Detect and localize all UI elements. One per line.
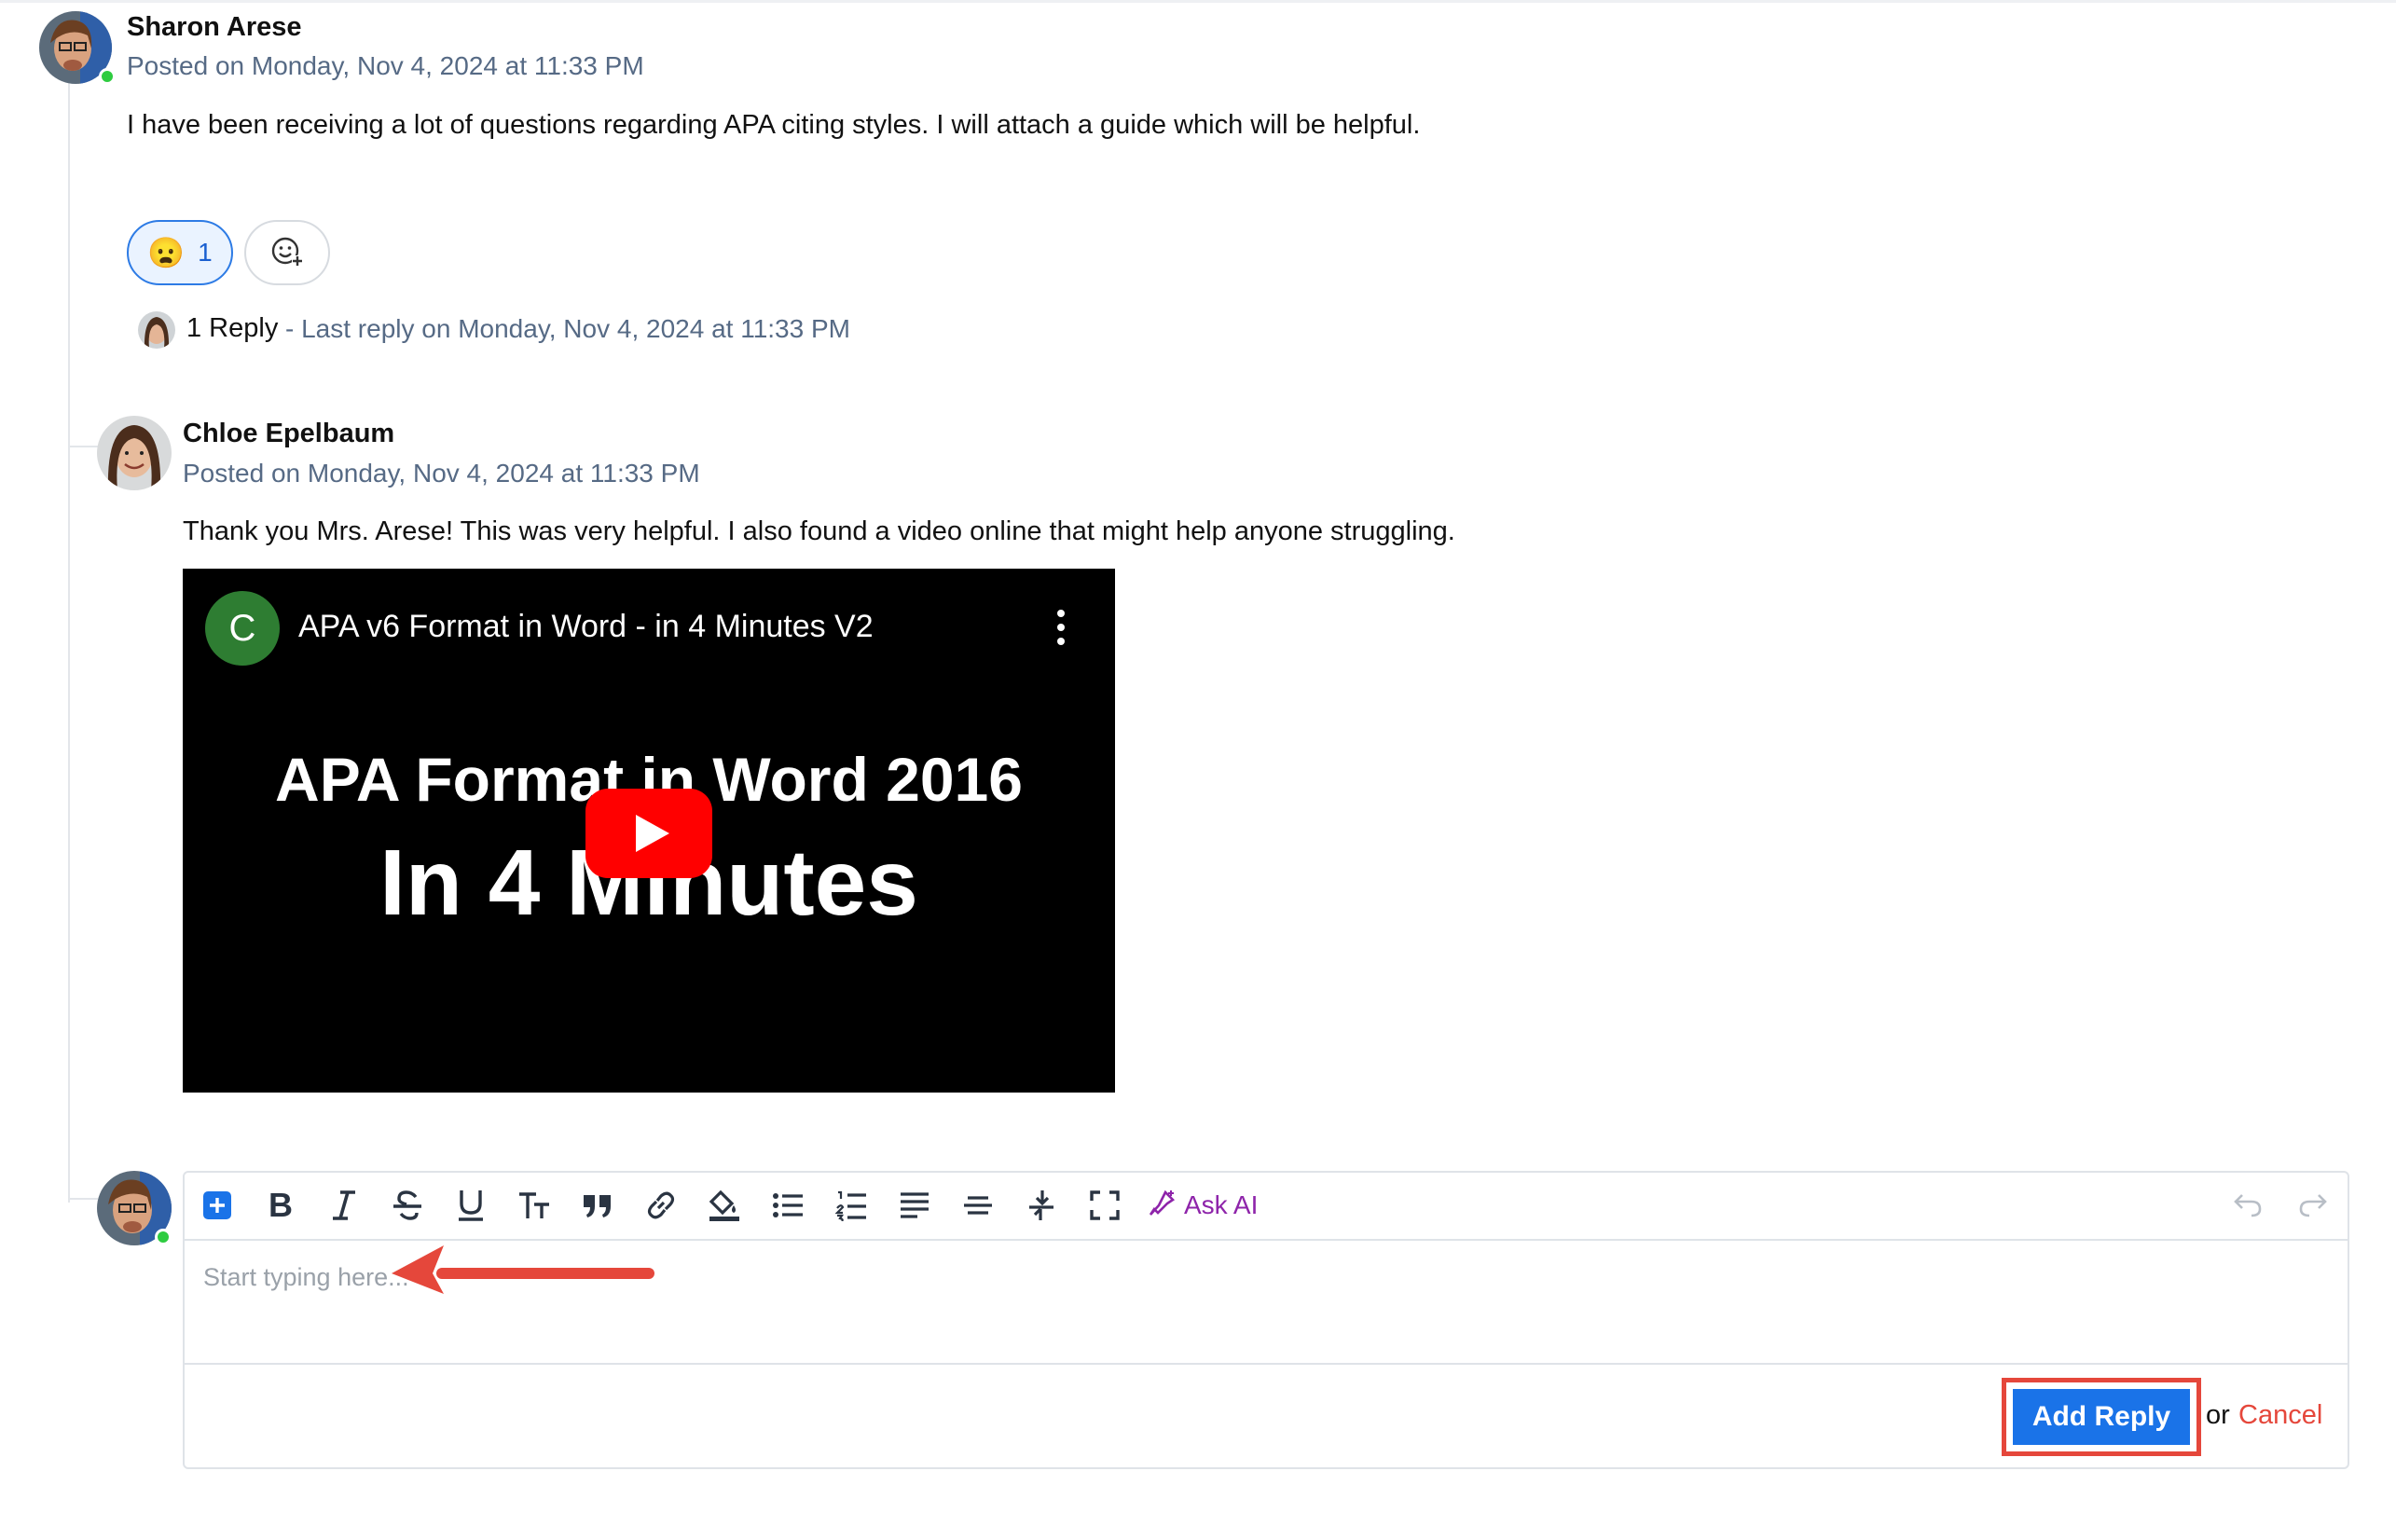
plus-icon[interactable]	[196, 1184, 239, 1227]
reply-timestamp: Posted on Monday, Nov 4, 2024 at 11:33 P…	[183, 459, 700, 488]
embedded-video[interactable]: C APA v6 Format in Word - in 4 Minutes V…	[183, 569, 1115, 1093]
ask-ai-button[interactable]: Ask AI	[1147, 1189, 1258, 1223]
ask-ai-label: Ask AI	[1184, 1190, 1259, 1219]
horizontal-rule-icon[interactable]	[957, 1184, 999, 1227]
annotation-arrow	[384, 1236, 664, 1296]
online-status-dot	[99, 68, 116, 85]
sparkle-icon	[1147, 1189, 1177, 1223]
cancel-link[interactable]: Cancel	[2238, 1400, 2322, 1431]
link-icon[interactable]	[640, 1184, 682, 1227]
thread-branch	[70, 446, 98, 447]
redo-icon[interactable]	[2292, 1183, 2334, 1226]
italic-icon[interactable]	[323, 1184, 365, 1227]
reaction-count: 1	[198, 238, 213, 267]
bold-icon[interactable]: B	[259, 1184, 302, 1227]
strikethrough-icon[interactable]	[386, 1184, 429, 1227]
post-body: I have been receiving a lot of questions…	[127, 110, 1421, 140]
channel-avatar[interactable]: C	[205, 591, 280, 666]
text-size-icon[interactable]	[513, 1184, 556, 1227]
highlight-icon[interactable]	[703, 1184, 746, 1227]
tools-icon[interactable]	[1020, 1184, 1063, 1227]
bullet-list-icon[interactable]	[766, 1184, 809, 1227]
reply-input[interactable]: Start typing here...	[203, 1263, 409, 1292]
fullscreen-icon[interactable]	[1083, 1184, 1126, 1227]
editor-toolbar: B Ask AI	[196, 1183, 1258, 1228]
reply-author-name[interactable]: Chloe Epelbaum	[183, 419, 394, 449]
align-icon[interactable]	[893, 1184, 936, 1227]
add-emoji-icon	[270, 234, 304, 272]
post-timestamp: Posted on Monday, Nov 4, 2024 at 11:33 P…	[127, 51, 644, 80]
last-reply-info: - Last reply on Monday, Nov 4, 2024 at 1…	[285, 314, 850, 343]
reply-body: Thank you Mrs. Arese! This was very help…	[183, 516, 1455, 546]
top-divider	[0, 0, 2396, 3]
quote-icon[interactable]	[576, 1184, 619, 1227]
post-author-name[interactable]: Sharon Arese	[127, 12, 302, 43]
numbered-list-icon[interactable]	[830, 1184, 873, 1227]
avatar[interactable]	[97, 416, 172, 490]
reaction-button[interactable]: 😦 1	[127, 220, 233, 285]
add-reply-button[interactable]: Add Reply	[2013, 1389, 2190, 1445]
reply-count-link[interactable]: 1 Reply	[186, 313, 278, 344]
or-label: or	[2206, 1400, 2230, 1430]
thread-line	[68, 75, 70, 1203]
online-status-dot	[155, 1229, 172, 1245]
video-title[interactable]: APA v6 Format in Word - in 4 Minutes V2	[298, 609, 874, 645]
play-button[interactable]	[585, 789, 712, 878]
undo-icon[interactable]	[2226, 1183, 2269, 1226]
more-options-icon[interactable]	[1042, 606, 1080, 649]
underline-icon[interactable]	[449, 1184, 492, 1227]
add-reaction-button[interactable]	[244, 220, 330, 285]
editor-footer-divider	[185, 1363, 2348, 1365]
frowning-face-icon: 😦	[147, 236, 186, 269]
avatar	[138, 311, 175, 349]
thread-branch	[70, 1198, 98, 1200]
